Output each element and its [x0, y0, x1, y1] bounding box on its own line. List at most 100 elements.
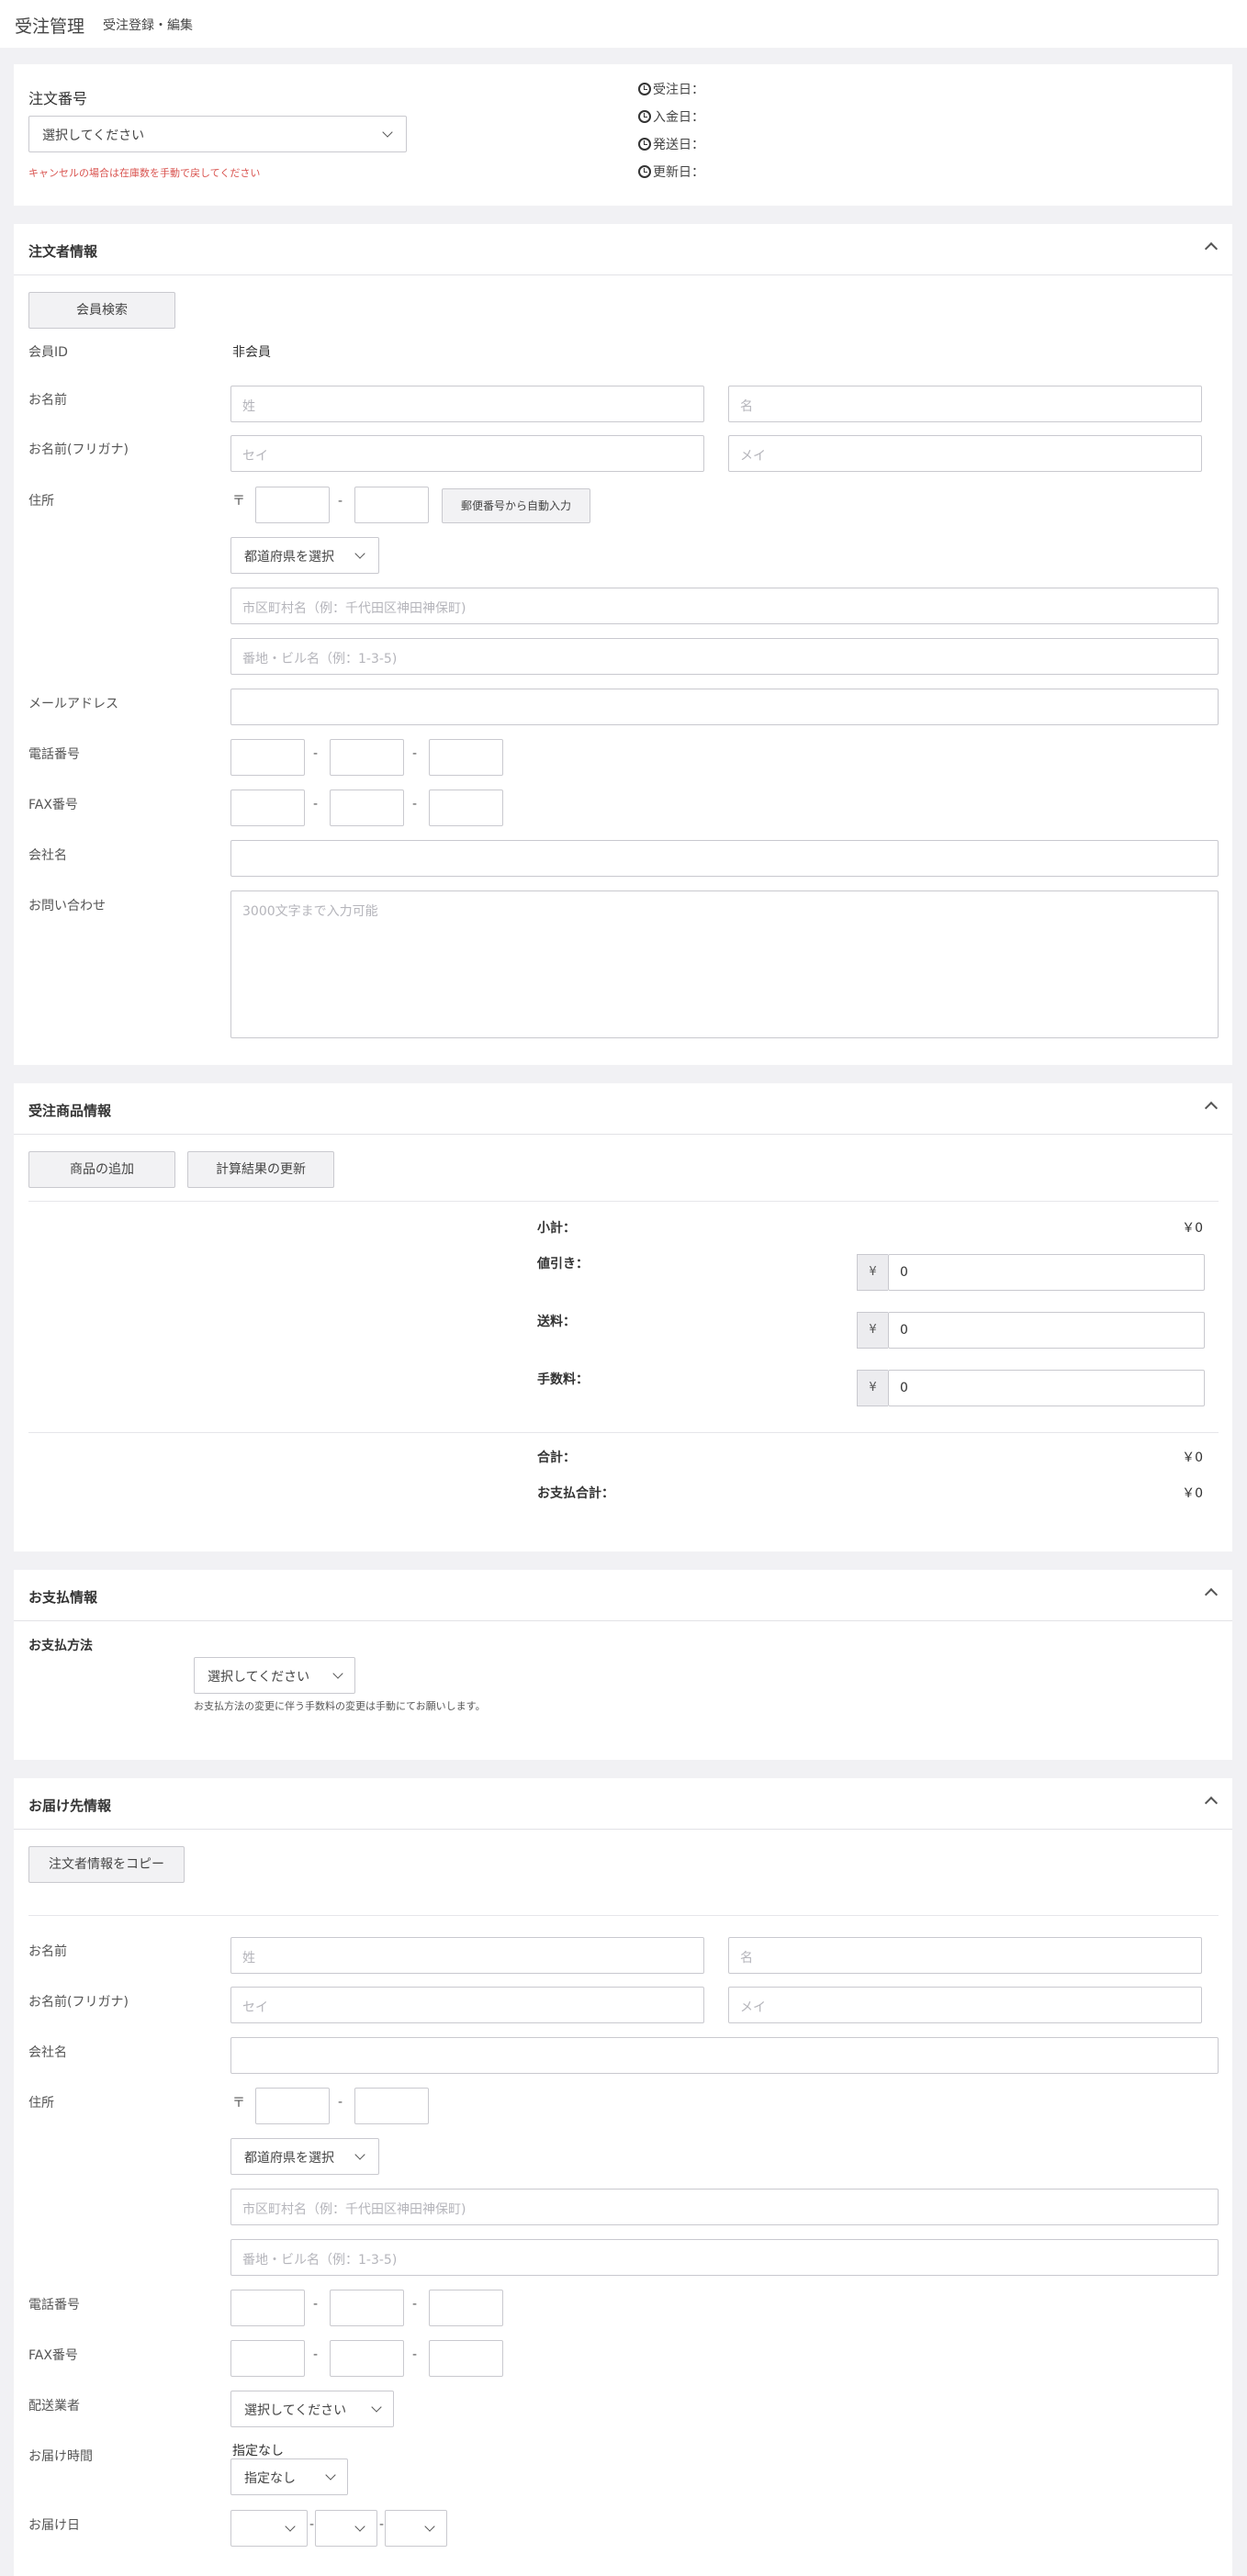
discount-label: 値引き：	[537, 1257, 589, 1271]
delivery-postal-2-input[interactable]	[354, 2088, 429, 2124]
delivery-fax-label: FAX番号	[28, 2348, 78, 2363]
fax-1-input[interactable]	[230, 790, 305, 826]
last-name-input[interactable]: 姓	[230, 386, 704, 422]
chevron-up-icon[interactable]	[1204, 1101, 1219, 1115]
postal-code-2-input[interactable]	[354, 487, 429, 523]
payment-method-label: お支払方法	[28, 1639, 93, 1653]
delivery-street-input[interactable]: 番地・ビル名（例：1-3-5)	[230, 2239, 1219, 2276]
inquiry-label: お問い合わせ	[28, 899, 106, 913]
recalculate-button[interactable]: 計算結果の更新	[187, 1151, 334, 1188]
email-input[interactable]	[230, 689, 1219, 725]
postal-code-1-input[interactable]	[255, 487, 330, 523]
tel-label: 電話番号	[28, 747, 80, 762]
payment-card: お支払情報 お支払方法 選択してください お支払方法の変更に伴う手数料の変更は手…	[14, 1570, 1232, 1760]
inquiry-textarea[interactable]: 3000文字まで入力可能	[230, 890, 1219, 1038]
tel-3-input[interactable]	[429, 739, 503, 776]
delivery-tel-2-input[interactable]	[330, 2290, 404, 2326]
discount-input[interactable]: 0	[888, 1254, 1205, 1291]
shipping-fee-input[interactable]: 0	[888, 1312, 1205, 1349]
prefecture-select[interactable]: 都道府県を選択	[230, 537, 379, 574]
delivery-company-input[interactable]	[230, 2037, 1219, 2074]
carrier-label: 配送業者	[28, 2399, 80, 2414]
delivery-city-input[interactable]: 市区町村名（例：千代田区神田神保町)	[230, 2189, 1219, 2225]
order-date-label: 受注日：	[653, 83, 704, 97]
fax-2-input[interactable]	[330, 790, 404, 826]
chevron-up-icon[interactable]	[1204, 241, 1219, 256]
member-id-value: 非会員	[232, 345, 271, 360]
items-card-title: 受注商品情報	[28, 1103, 112, 1119]
delivery-postal-1-input[interactable]	[255, 2088, 330, 2124]
divider	[28, 1915, 1219, 1916]
chevron-down-icon	[424, 2521, 435, 2532]
copy-orderer-button[interactable]: 注文者情報をコピー	[28, 1846, 185, 1883]
delivery-last-kana-input[interactable]: セイ	[230, 1987, 704, 2023]
payment-method-select[interactable]: 選択してください	[194, 1657, 355, 1694]
chevron-down-icon	[332, 1668, 343, 1679]
delivery-month-select[interactable]	[315, 2510, 377, 2547]
clock-icon	[638, 83, 651, 95]
add-product-button[interactable]: 商品の追加	[28, 1151, 175, 1188]
tel-1-input[interactable]	[230, 739, 305, 776]
fax-3-input[interactable]	[429, 790, 503, 826]
fax-label: FAX番号	[28, 798, 78, 812]
last-kana-input[interactable]: セイ	[230, 435, 704, 472]
first-kana-input[interactable]: メイ	[728, 435, 1202, 472]
delivery-first-name-input[interactable]: 名	[728, 1937, 1202, 1974]
delivery-day-select[interactable]	[385, 2510, 447, 2547]
chevron-down-icon	[285, 2521, 296, 2532]
items-card-header[interactable]: 受注商品情報	[14, 1083, 1232, 1135]
yen-addon: ¥	[857, 1370, 888, 1406]
chevron-down-icon	[354, 2149, 365, 2160]
delivery-year-select[interactable]	[230, 2510, 308, 2547]
delivery-prefecture-select[interactable]: 都道府県を選択	[230, 2138, 379, 2175]
delivery-tel-3-input[interactable]	[429, 2290, 503, 2326]
company-input[interactable]	[230, 840, 1219, 877]
chevron-up-icon[interactable]	[1204, 1796, 1219, 1810]
delivery-time-select[interactable]: 指定なし	[230, 2458, 348, 2495]
subtotal-value: ￥0	[1182, 1221, 1203, 1236]
total-label: 合計：	[537, 1450, 576, 1465]
postal-autofill-button[interactable]: 郵便番号から自動入力	[442, 488, 590, 523]
payment-date-label: 入金日：	[653, 110, 704, 125]
yen-addon: ¥	[857, 1312, 888, 1349]
delivery-fax-1-input[interactable]	[230, 2340, 305, 2377]
delivery-fax-2-input[interactable]	[330, 2340, 404, 2377]
delivery-card-header[interactable]: お届け先情報	[14, 1778, 1232, 1830]
chevron-down-icon	[354, 548, 365, 559]
order-number-select[interactable]: 選択してください	[28, 116, 407, 152]
member-id-label: 会員ID	[28, 345, 68, 360]
clock-icon	[638, 165, 651, 178]
delivery-last-name-input[interactable]: 姓	[230, 1937, 704, 1974]
divider	[28, 1201, 1219, 1202]
postal-mark: 〒	[232, 2096, 245, 2111]
page-subtitle: 受注登録・編集	[103, 18, 193, 33]
payment-card-title: お支払情報	[28, 1589, 98, 1606]
payment-total-label: お支払合計：	[537, 1486, 614, 1501]
first-name-input[interactable]: 名	[728, 386, 1202, 422]
delivery-fax-3-input[interactable]	[429, 2340, 503, 2377]
chevron-down-icon	[325, 2470, 336, 2481]
total-value: ￥0	[1182, 1450, 1203, 1465]
handling-fee-input[interactable]: 0	[888, 1370, 1205, 1406]
email-label: メールアドレス	[28, 697, 118, 711]
page-title: 受注管理	[15, 17, 85, 37]
member-search-button[interactable]: 会員検索	[28, 292, 175, 329]
delivery-tel-label: 電話番号	[28, 2298, 80, 2313]
company-label: 会社名	[28, 848, 67, 863]
delivery-first-kana-input[interactable]: メイ	[728, 1987, 1202, 2023]
city-input[interactable]: 市区町村名（例：千代田区神田神保町)	[230, 588, 1219, 624]
shipping-date-label: 発送日：	[653, 138, 704, 152]
subtotal-label: 小計：	[537, 1221, 576, 1236]
update-date-label: 更新日：	[653, 165, 704, 180]
payment-total-value: ￥0	[1182, 1486, 1203, 1501]
delivery-company-label: 会社名	[28, 2045, 67, 2060]
order-number-label: 注文番号	[28, 90, 88, 107]
payment-card-header[interactable]: お支払情報	[14, 1570, 1232, 1621]
tel-2-input[interactable]	[330, 739, 404, 776]
chevron-up-icon[interactable]	[1204, 1587, 1219, 1602]
carrier-select[interactable]: 選択してください	[230, 2391, 394, 2427]
chevron-down-icon	[354, 2521, 365, 2532]
customer-card-header[interactable]: 注文者情報	[14, 224, 1232, 275]
street-input[interactable]: 番地・ビル名（例：1-3-5)	[230, 638, 1219, 675]
delivery-tel-1-input[interactable]	[230, 2290, 305, 2326]
